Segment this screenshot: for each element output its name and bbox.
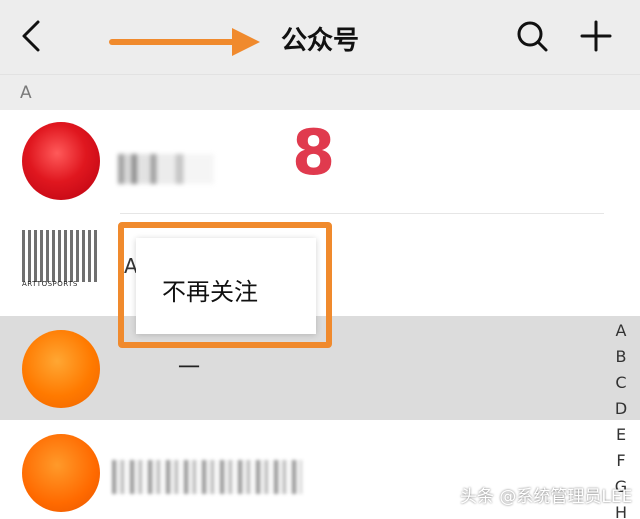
index-letter[interactable]: A [608, 318, 634, 344]
section-header: A [0, 74, 640, 110]
index-letter[interactable]: E [608, 422, 634, 448]
index-letter[interactable]: C [608, 370, 634, 396]
account-name: 一 [178, 356, 201, 381]
avatar [22, 330, 100, 408]
index-letter[interactable]: B [608, 344, 634, 370]
avatar [22, 230, 98, 282]
watermark: 头条 @系统管理员LEE [460, 487, 633, 507]
top-bar: 公众号 [0, 0, 640, 74]
plus-icon [580, 20, 612, 52]
context-menu: 不再关注 [136, 238, 316, 334]
index-letter[interactable]: F [608, 448, 634, 474]
avatar-logo-text: ARTTOSPORTS [22, 280, 78, 288]
annotation-arrow-icon [109, 28, 260, 56]
account-name-blurred [112, 460, 302, 494]
section-letter: A [20, 83, 32, 103]
avatar [22, 434, 100, 512]
avatar [22, 122, 100, 200]
search-button[interactable] [512, 16, 552, 56]
search-icon [517, 21, 548, 52]
unfollow-menu-item[interactable]: 不再关注 [162, 272, 258, 307]
account-name-blurred [118, 154, 214, 184]
annotation-step-number: 8 [292, 116, 336, 189]
add-button[interactable] [574, 16, 618, 56]
index-letter[interactable]: D [608, 396, 634, 422]
